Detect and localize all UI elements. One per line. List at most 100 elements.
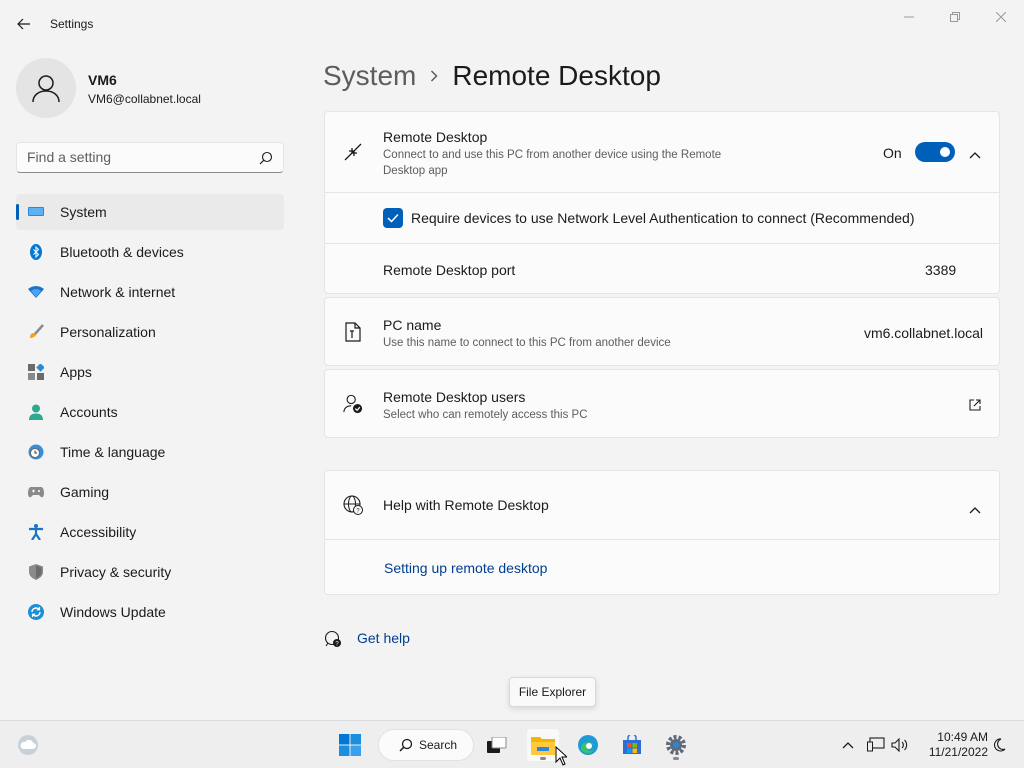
person-icon xyxy=(32,75,60,103)
breadcrumb: System Remote Desktop xyxy=(323,58,661,94)
help-card: ? Help with Remote Desktop Setting up re… xyxy=(324,470,1000,595)
sidebar-item-network[interactable]: Network & internet xyxy=(16,274,284,310)
pc-name-title: PC name xyxy=(383,317,442,333)
running-indicator xyxy=(540,757,546,760)
user-profile[interactable]: VM6 VM6@collabnet.local xyxy=(16,58,286,118)
settings-taskbar-button[interactable] xyxy=(660,729,692,761)
nla-row: Require devices to use Network Level Aut… xyxy=(325,193,999,243)
sidebar-item-label: Accounts xyxy=(60,404,118,420)
toggle-state-label: On xyxy=(883,145,902,161)
search-input[interactable] xyxy=(27,149,247,165)
breadcrumb-parent[interactable]: System xyxy=(323,60,416,92)
sidebar-nav: System Bluetooth & devices Network & int… xyxy=(16,194,284,634)
remote-desktop-title: Remote Desktop xyxy=(383,129,488,145)
back-button[interactable] xyxy=(10,12,38,36)
clock-date: 11/21/2022 xyxy=(928,745,988,759)
store-button[interactable] xyxy=(616,729,648,761)
close-button[interactable] xyxy=(978,4,1024,30)
sidebar-item-label: Bluetooth & devices xyxy=(60,244,184,260)
sidebar-item-personalization[interactable]: Personalization xyxy=(16,314,284,350)
external-link-icon xyxy=(969,398,981,416)
get-help-link[interactable]: Get help xyxy=(357,630,410,646)
search-icon xyxy=(259,151,273,165)
wifi-icon xyxy=(28,284,44,300)
rd-users-description: Select who can remotely access this PC xyxy=(383,409,588,421)
app-title: Settings xyxy=(50,17,94,31)
rd-users-title: Remote Desktop users xyxy=(383,389,526,405)
accessibility-icon xyxy=(28,524,44,540)
sidebar-item-windows-update[interactable]: Windows Update xyxy=(16,594,284,630)
globe-clock-icon xyxy=(28,444,44,460)
page-title: Remote Desktop xyxy=(452,60,661,91)
person-icon xyxy=(28,404,44,420)
maximize-button[interactable] xyxy=(932,4,978,30)
help-title: Help with Remote Desktop xyxy=(383,497,549,513)
sidebar-item-label: Accessibility xyxy=(60,524,137,540)
user-check-icon xyxy=(343,394,363,414)
globe-help-icon: ? xyxy=(343,495,363,515)
get-help[interactable]: ? Get help xyxy=(324,629,424,649)
help-header[interactable]: ? Help with Remote Desktop xyxy=(325,471,999,539)
edge-browser-icon xyxy=(578,735,598,755)
remote-desktop-toggle[interactable] xyxy=(915,142,955,162)
taskbar-search[interactable]: Search xyxy=(378,729,474,761)
sidebar-item-accounts[interactable]: Accounts xyxy=(16,394,284,430)
title-bar: Settings xyxy=(0,0,1024,48)
sidebar-item-time-language[interactable]: Time & language xyxy=(16,434,284,470)
sidebar-item-label: Privacy & security xyxy=(60,564,172,580)
sidebar-item-label: Time & language xyxy=(60,444,166,460)
sidebar-item-label: Gaming xyxy=(60,484,110,500)
pc-name-value: vm6.collabnet.local xyxy=(863,325,983,341)
profile-name: VM6 xyxy=(88,72,117,88)
sidebar-item-gaming[interactable]: Gaming xyxy=(16,474,284,510)
profile-email: VM6@collabnet.local xyxy=(88,92,201,106)
system-icon xyxy=(28,204,44,220)
sidebar-item-label: Windows Update xyxy=(60,604,166,620)
clock-time: 10:49 AM xyxy=(937,730,988,744)
task-view-icon xyxy=(487,737,507,753)
taskbar-search-label: Search xyxy=(419,738,458,752)
remote-desktop-users-card[interactable]: Remote Desktop users Select who can remo… xyxy=(324,369,1000,438)
restore-icon xyxy=(950,12,960,22)
folder-icon xyxy=(531,737,555,755)
brush-icon xyxy=(28,324,44,340)
checkmark-icon xyxy=(387,213,399,223)
edge-button[interactable] xyxy=(572,729,604,761)
update-icon xyxy=(28,604,44,620)
taskbar: Search 10:49 AM 11/21/2022 xyxy=(0,720,1024,768)
sidebar-item-bluetooth[interactable]: Bluetooth & devices xyxy=(16,234,284,270)
network-tray-button[interactable] xyxy=(864,729,888,761)
nla-checkbox[interactable] xyxy=(383,208,403,228)
minimize-button[interactable] xyxy=(886,4,932,30)
sidebar-item-system[interactable]: System xyxy=(16,194,284,230)
remote-desktop-card: Remote Desktop Connect to and use this P… xyxy=(324,111,1000,294)
start-button[interactable] xyxy=(334,729,366,761)
divider xyxy=(325,539,999,540)
remote-desktop-row[interactable]: Remote Desktop Connect to and use this P… xyxy=(325,112,999,192)
task-view-button[interactable] xyxy=(481,729,513,761)
sidebar-item-label: Personalization xyxy=(60,324,156,340)
chevron-up-icon xyxy=(842,742,854,749)
sidebar-item-privacy[interactable]: Privacy & security xyxy=(16,554,284,590)
pc-name-card: PC name Use this name to connect to this… xyxy=(324,297,1000,366)
sidebar-item-label: Network & internet xyxy=(60,284,176,300)
gamepad-icon xyxy=(28,484,44,500)
settings-search[interactable] xyxy=(16,142,284,173)
chevron-up-icon[interactable] xyxy=(969,146,981,159)
pc-name-description: Use this name to connect to this PC from… xyxy=(383,337,671,349)
minimize-icon xyxy=(904,16,914,18)
setup-remote-desktop-link[interactable]: Setting up remote desktop xyxy=(384,560,547,576)
pc-name-icon xyxy=(343,322,363,342)
taskbar-clock[interactable]: 10:49 AM 11/21/2022 xyxy=(918,730,988,760)
weather-widget[interactable] xyxy=(12,729,44,761)
sidebar-item-accessibility[interactable]: Accessibility xyxy=(16,514,284,550)
port-row: Remote Desktop port 3389 xyxy=(325,244,999,294)
focus-assist-button[interactable] xyxy=(988,729,1010,761)
port-label: Remote Desktop port xyxy=(383,262,516,278)
show-hidden-icons-button[interactable] xyxy=(836,729,860,761)
sidebar-item-apps[interactable]: Apps xyxy=(16,354,284,390)
windows-logo-icon xyxy=(339,734,361,756)
sidebar-item-label: Apps xyxy=(60,364,92,380)
network-monitor-icon xyxy=(867,737,885,752)
volume-tray-button[interactable] xyxy=(888,729,912,761)
